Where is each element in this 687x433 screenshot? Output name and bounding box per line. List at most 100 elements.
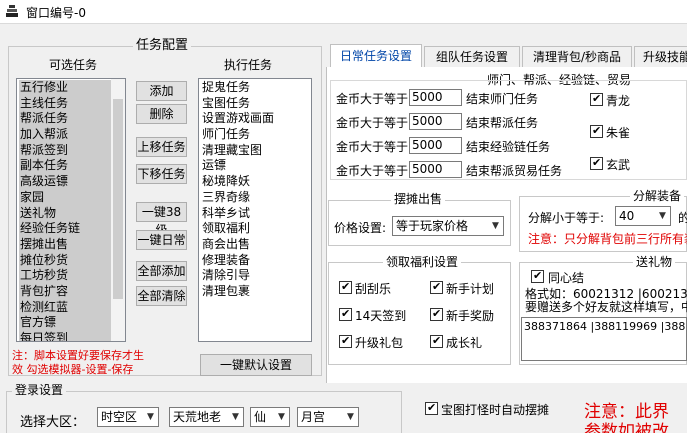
welfare-checkbox[interactable]: ✔ bbox=[339, 280, 352, 294]
check-icon: ✔ bbox=[341, 307, 351, 320]
check-icon: ✔ bbox=[592, 124, 602, 137]
check-icon: ✔ bbox=[592, 92, 602, 105]
list-item[interactable]: 科举乡试 bbox=[201, 206, 311, 222]
gold-threshold-suffix: 结束经验链任务 bbox=[466, 140, 551, 154]
clear-all-button[interactable]: 全部清除 bbox=[136, 286, 187, 306]
region-select[interactable]: 时空区 ▼ bbox=[97, 407, 159, 427]
default-settings-button[interactable]: 一键默认设置 bbox=[200, 354, 312, 376]
tab-team-settings[interactable]: 组队任务设置 bbox=[424, 46, 520, 68]
list-item[interactable]: 经验任务链 bbox=[19, 221, 111, 237]
exec-tasks-list[interactable]: 捉鬼任务 宝图任务 设置游戏画面 师门任务 清理藏宝图 运镖 秘境降妖 三界奇缘 科举乡试 领取福… bbox=[198, 78, 312, 342]
gold-threshold-input[interactable]: 5000 bbox=[409, 89, 462, 106]
check-icon: ✔ bbox=[341, 334, 351, 347]
list-item[interactable]: 师门任务 bbox=[201, 127, 311, 143]
gift-checkbox-label: 同心结 bbox=[548, 271, 585, 285]
move-up-button[interactable]: 上移任务 bbox=[136, 137, 187, 157]
list-item[interactable]: 帮派任务 bbox=[19, 111, 111, 128]
notice-line2: 参数如被改 bbox=[584, 422, 669, 433]
welfare-checkbox[interactable]: ✔ bbox=[430, 334, 443, 348]
list-item[interactable]: 清除引导 bbox=[201, 268, 311, 284]
tab-daily-settings[interactable]: 日常任务设置 bbox=[330, 44, 422, 68]
chevron-down-icon: ▼ bbox=[278, 412, 285, 422]
list-item[interactable]: 宝图任务 bbox=[201, 96, 311, 112]
list-item[interactable]: 背包扩容 bbox=[19, 283, 111, 300]
sect-checkbox[interactable]: ✔ bbox=[590, 156, 603, 170]
list-item[interactable]: 官方镖 bbox=[19, 315, 111, 331]
list-item[interactable]: 领取福利 bbox=[201, 221, 311, 237]
decompose-select[interactable]: 40 ▼ bbox=[615, 206, 671, 226]
list-item[interactable]: 摆摊出售 bbox=[19, 236, 111, 253]
title-bar: 窗口编号-0 bbox=[0, 0, 687, 24]
available-tasks-scrollbar[interactable] bbox=[111, 79, 125, 341]
tab-clean-bag[interactable]: 清理背包/秒商品 bbox=[522, 46, 632, 68]
list-item[interactable]: 三界奇缘 bbox=[201, 190, 311, 206]
list-item[interactable]: 秘境降妖 bbox=[201, 174, 311, 190]
list-item[interactable]: 摊位秒货 bbox=[19, 252, 111, 269]
price-select[interactable]: 等于玩家价格 ▼ bbox=[392, 216, 504, 236]
list-item[interactable]: 加入帮派 bbox=[19, 127, 111, 143]
list-item[interactable]: 家园 bbox=[19, 189, 111, 206]
list-item[interactable]: 商会出售 bbox=[201, 237, 311, 253]
auto-stall-checkbox[interactable]: ✔ bbox=[425, 401, 438, 415]
server-select[interactable]: 天荒地老 ▼ bbox=[169, 407, 244, 427]
chevron-down-icon: ▼ bbox=[492, 221, 499, 231]
gold-threshold-input[interactable]: 5000 bbox=[409, 113, 462, 130]
tab-upgrade-skills[interactable]: 升级技能 bbox=[634, 46, 687, 68]
add-button[interactable]: 添加 bbox=[136, 81, 187, 101]
gift-ids-textarea[interactable]: 388371864 |388119969 |38816499 bbox=[521, 317, 687, 361]
gold-threshold-label: 金币大于等于 bbox=[336, 92, 409, 106]
gift-checkbox[interactable]: ✔ bbox=[531, 269, 544, 283]
list-item[interactable]: 副本任务 bbox=[19, 158, 111, 175]
list-item[interactable]: 设置游戏画面 bbox=[201, 111, 311, 127]
available-tasks-list[interactable]: 五行修业 主线任务 帮派任务 加入帮派 帮派签到 副本任务 高级运镖 家园 送礼物 经验任务链 摆摊… bbox=[16, 78, 126, 342]
list-item[interactable]: 主线任务 bbox=[19, 95, 111, 112]
palace-select[interactable]: 月宫 ▼ bbox=[297, 407, 359, 427]
sect-checkbox[interactable]: ✔ bbox=[590, 92, 603, 106]
check-icon: ✔ bbox=[341, 280, 351, 293]
list-item[interactable]: 清理藏宝图 bbox=[201, 143, 311, 159]
welfare-checkbox[interactable]: ✔ bbox=[430, 280, 443, 294]
decompose-title: 分解装备 bbox=[630, 189, 685, 203]
list-item[interactable]: 工坊秒货 bbox=[19, 268, 111, 284]
stall-title: 摆摊出售 bbox=[391, 192, 446, 206]
gold-threshold-suffix: 结束师门任务 bbox=[466, 92, 539, 106]
welfare-label: 14天签到 bbox=[355, 309, 407, 323]
add-all-button[interactable]: 全部添加 bbox=[136, 261, 187, 281]
decompose-select-value: 40 bbox=[619, 209, 635, 223]
gold-threshold-input[interactable]: 5000 bbox=[409, 137, 462, 154]
available-tasks-label: 可选任务 bbox=[49, 58, 98, 72]
gift-hint-text: 要赠送多个好友就这样填写，中 bbox=[525, 300, 687, 314]
move-down-button[interactable]: 下移任务 bbox=[136, 164, 187, 184]
gold-threshold-suffix: 结束帮派贸易任务 bbox=[466, 164, 563, 178]
sect-checkbox[interactable]: ✔ bbox=[590, 124, 603, 138]
gift-title: 送礼物 bbox=[633, 255, 676, 269]
auto-stall-label: 宝图打怪时自动摆摊 bbox=[441, 403, 550, 417]
one-key-38-button[interactable]: 一键38级 bbox=[136, 202, 187, 237]
one-key-daily-button[interactable]: 一键日常 bbox=[136, 230, 187, 250]
decompose-suffix: 的 bbox=[678, 211, 687, 225]
gold-threshold-input[interactable]: 5000 bbox=[409, 161, 462, 178]
exec-tasks-label: 执行任务 bbox=[224, 58, 273, 72]
list-item[interactable]: 每日签到 bbox=[19, 331, 111, 341]
list-item[interactable]: 五行修业 bbox=[19, 80, 111, 96]
sect-label: 青龙 bbox=[606, 94, 631, 108]
list-item[interactable]: 清理包裹 bbox=[201, 284, 311, 300]
list-item[interactable]: 修理装备 bbox=[201, 253, 311, 269]
task-config-title: 任务配置 bbox=[133, 39, 192, 53]
welfare-checkbox[interactable]: ✔ bbox=[339, 307, 352, 321]
region-select-value: 时空区 bbox=[101, 410, 138, 424]
welfare-checkbox[interactable]: ✔ bbox=[430, 307, 443, 321]
list-item[interactable]: 送礼物 bbox=[19, 205, 111, 222]
decompose-note: 注意：只分解背包前三行所有装 bbox=[528, 232, 687, 246]
chevron-down-icon: ▼ bbox=[147, 412, 154, 422]
welfare-checkbox[interactable]: ✔ bbox=[339, 334, 352, 348]
list-item[interactable]: 帮派签到 bbox=[19, 142, 111, 159]
list-item[interactable]: 高级运镖 bbox=[19, 174, 111, 190]
list-item[interactable]: 运镖 bbox=[201, 158, 311, 174]
welfare-title: 领取福利设置 bbox=[383, 255, 462, 269]
list-item[interactable]: 检测红蓝 bbox=[19, 299, 111, 316]
faction-select[interactable]: 仙 ▼ bbox=[250, 407, 290, 427]
delete-button[interactable]: 删除 bbox=[136, 104, 187, 124]
list-item[interactable]: 捉鬼任务 bbox=[201, 80, 311, 96]
check-icon: ✔ bbox=[432, 280, 442, 293]
